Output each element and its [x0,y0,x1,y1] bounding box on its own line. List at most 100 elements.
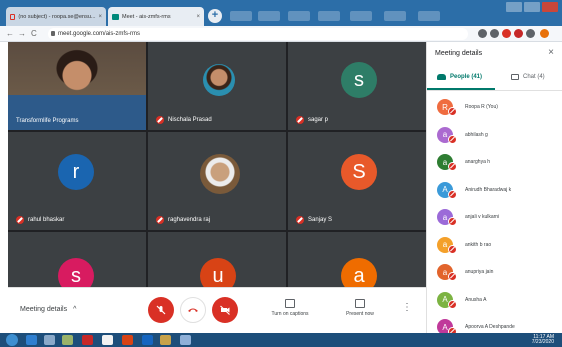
mic-off-icon [448,107,457,116]
captions-icon [285,299,295,308]
participant-avatar: u [200,258,236,287]
present-now-button[interactable]: Present now [330,299,390,317]
app-icon[interactable] [180,335,191,345]
mic-off-icon [156,216,164,224]
name-text: raghavendra raj [168,217,211,223]
pdf-icon[interactable] [82,335,93,345]
folder-icon[interactable] [62,335,73,345]
mic-off-icon [156,305,166,315]
app-icon[interactable] [160,335,171,345]
extension-icon[interactable] [490,29,499,38]
minimize-button[interactable] [506,2,522,12]
tab-placeholder[interactable] [288,11,310,21]
back-button[interactable]: ← [6,29,14,38]
participant-name: anupriya jain [465,269,494,275]
meeting-details-button[interactable]: Meeting details ^ [20,306,76,313]
more-options-icon[interactable]: ⋮ [402,302,412,313]
participant-tile[interactable]: Transformlife Programs [8,42,146,130]
participant-tile[interactable]: s [8,232,146,287]
forward-button[interactable]: → [18,29,26,38]
camera-toggle-button[interactable] [212,297,238,323]
list-item[interactable]: a abhilash g [427,122,562,150]
extension-icon[interactable] [526,29,535,38]
participant-list: R Roopa R (You) a abhilash g a anarghya … [427,94,562,333]
avatar-letter: s [354,68,364,91]
tab-title: Meet - ais-zmfs-rms [122,13,171,20]
profile-avatar[interactable] [540,29,549,38]
participant-tile[interactable]: Nischala Prasad [148,42,286,130]
os-taskbar: 11:17 AM 7/23/2020 [0,333,562,347]
name-text: Nischala Prasad [168,117,212,123]
ie-icon[interactable] [26,335,37,345]
name-text: rahul bhaskar [28,217,65,223]
lock-icon [51,31,55,36]
tab-close-icon[interactable]: × [98,14,102,20]
tab-placeholder[interactable] [318,11,340,21]
participant-tile[interactable]: u [148,232,286,287]
participant-tile[interactable]: s sagar p [288,42,426,130]
window-controls [506,2,558,12]
participant-avatar: S [341,154,377,190]
participant-avatar: a [341,258,377,287]
list-item[interactable]: a anupriya jain [427,259,562,287]
list-item[interactable]: A Anusha A [427,287,562,315]
participant-avatar: s [58,258,94,287]
url-bar[interactable]: meet.google.com/ais-zmfs-rms [48,28,468,40]
mic-off-icon [448,134,457,144]
explorer-icon[interactable] [44,335,55,345]
tab-placeholder[interactable] [230,11,252,21]
leave-call-button[interactable] [180,297,206,323]
present-now-label: Present now [346,311,374,317]
app-icon[interactable] [142,335,153,345]
name-text: Sanjay S [308,217,333,223]
gmail-icon [10,13,16,20]
tab-people[interactable]: People (41) [437,74,482,80]
meeting-details-panel: Meeting details × People (41) Chat (4) R… [426,42,562,333]
participant-photo [200,154,240,194]
tab-people-label: People (41) [450,74,483,80]
avatar-letter: s [71,264,81,287]
star-icon[interactable] [478,29,487,38]
participant-tile[interactable]: S Sanjay S [288,132,426,230]
participant-name-label: Sanjay S [296,216,332,224]
microphone-toggle-button[interactable] [148,297,174,323]
list-item[interactable]: A Apoorva A Deshpande [427,314,562,333]
people-icon [437,74,446,80]
system-tray-clock[interactable]: 11:17 AM 7/23/2020 [532,335,554,345]
tab-gmail[interactable]: (no subject) - roopa.se@ensu... × [6,7,106,26]
participant-tile[interactable]: a [288,232,426,287]
reload-button[interactable]: C [31,29,37,38]
list-item[interactable]: a anarghya h [427,149,562,177]
list-item[interactable]: A Anirudh Bharadwaj k [427,177,562,205]
window-close-button[interactable] [542,2,558,12]
list-item[interactable]: a anjali v kulkarni [427,204,562,232]
extension-icon[interactable] [502,29,511,38]
tab-placeholder[interactable] [384,11,406,21]
close-icon[interactable]: × [548,47,554,58]
participant-tile[interactable]: raghavendra raj [148,132,286,230]
mic-off-icon [296,216,304,224]
browser-tab-strip: (no subject) - roopa.se@ensu... × Meet -… [0,0,562,26]
tab-chat[interactable]: Chat (4) [511,74,545,80]
list-item[interactable]: R Roopa R (You) [427,94,562,122]
avatar-letter: r [72,160,80,183]
tab-placeholder[interactable] [258,11,280,21]
chrome-icon[interactable] [102,335,113,345]
participant-name: Roopa R (You) [465,104,498,110]
extension-icon[interactable] [514,29,523,38]
participant-video [8,42,146,130]
list-item[interactable]: a ankith b rao [427,232,562,260]
url-text: meet.google.com/ais-zmfs-rms [58,31,141,37]
tab-meet[interactable]: Meet - ais-zmfs-rms × [108,7,204,26]
tab-close-icon[interactable]: × [196,14,200,20]
maximize-button[interactable] [524,2,540,12]
new-tab-button[interactable]: + [208,9,222,23]
meeting-controls-bar: Meeting details ^ Turn on captions Prese… [8,287,426,333]
captions-button[interactable]: Turn on captions [260,299,320,317]
start-button[interactable] [6,334,18,346]
tab-placeholder[interactable] [350,11,372,21]
tab-placeholder[interactable] [418,11,440,21]
participant-tile[interactable]: r rahul bhaskar [8,132,146,230]
mic-off-icon [16,216,24,224]
firefox-icon[interactable] [122,335,133,345]
